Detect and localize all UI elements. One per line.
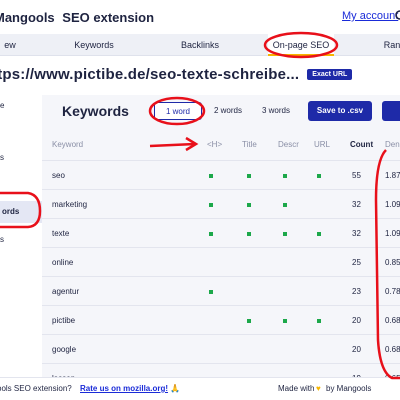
check-descr-icon — [283, 319, 287, 323]
thumbs-up-icon: 🙏 — [170, 384, 180, 393]
top-bar: Mangools SEO extension My account — [0, 0, 400, 34]
sidebar-item-overview[interactable]: e — [0, 101, 4, 110]
page-url: ttps://www.pictibe.de/seo-texte-schreibe… — [0, 65, 300, 83]
check-url-icon — [317, 232, 321, 236]
density-cell: 0.68 — [385, 345, 400, 354]
table-row[interactable]: texte 32 1.09 — [42, 218, 400, 247]
table-header: Keyword <H> Title Descr URL Count Den — [42, 132, 400, 156]
segment-1-word[interactable]: 1 word — [154, 102, 202, 120]
density-cell: 1.09 — [385, 200, 400, 209]
keyword-cell: google — [52, 345, 77, 354]
check-h-icon — [209, 290, 213, 294]
keyword-cell: agentur — [52, 287, 80, 296]
keyword-cell: texte — [52, 229, 70, 238]
table-row[interactable]: google 20 0.68 — [42, 334, 400, 363]
brand-name: Mangools — [0, 10, 55, 25]
count-cell: 32 — [352, 200, 361, 209]
sidebar-item-headings[interactable]: s — [0, 153, 4, 162]
col-url[interactable]: URL — [314, 140, 330, 149]
sidebar: e s ords s — [0, 95, 42, 377]
col-h[interactable]: <H> — [207, 140, 222, 149]
more-button[interactable] — [382, 101, 400, 121]
brand-logo[interactable]: Mangools SEO extension — [0, 10, 154, 25]
keyword-cell: online — [52, 258, 74, 267]
density-cell: 0.68 — [385, 316, 400, 325]
footer-by: by Mangools — [326, 384, 372, 393]
count-cell: 20 — [352, 345, 361, 354]
density-cell: 0.78 — [385, 287, 400, 296]
density-cell: 1.87 — [385, 171, 400, 180]
panel-title: Keywords — [62, 103, 129, 119]
table-row[interactable]: agentur 23 0.78 — [42, 276, 400, 305]
table-row[interactable]: online 25 0.85 — [42, 247, 400, 276]
keyword-cell: pictibe — [52, 316, 76, 325]
count-cell: 55 — [352, 171, 361, 180]
main-tabs: ew Keywords Backlinks On-page SEO Ran — [0, 34, 400, 56]
col-count[interactable]: Count — [350, 140, 373, 149]
save-csv-button[interactable]: Save to .csv — [308, 101, 372, 121]
check-url-icon — [317, 174, 321, 178]
tab-onpage-seo[interactable]: On-page SEO — [268, 34, 334, 56]
sidebar-item-links[interactable]: s — [0, 235, 4, 244]
check-descr-icon — [283, 232, 287, 236]
check-url-icon — [317, 319, 321, 323]
check-title-icon — [247, 232, 251, 236]
url-row: ttps://www.pictibe.de/seo-texte-schreibe… — [0, 64, 353, 84]
footer-prompt: ools SEO extension? — [0, 384, 72, 393]
footer: ools SEO extension? Rate us on mozilla.o… — [0, 377, 400, 400]
gear-icon[interactable] — [394, 9, 400, 21]
density-cell: 1.09 — [385, 229, 400, 238]
check-title-icon — [247, 319, 251, 323]
exact-url-badge[interactable]: Exact URL — [307, 68, 353, 80]
check-h-icon — [209, 203, 213, 207]
count-cell: 25 — [352, 258, 361, 267]
heart-icon: ♥ — [316, 384, 321, 393]
count-cell: 20 — [352, 316, 361, 325]
count-cell: 32 — [352, 229, 361, 238]
check-descr-icon — [283, 203, 287, 207]
check-h-icon — [209, 232, 213, 236]
check-h-icon — [209, 174, 213, 178]
table-row[interactable]: seo 55 1.87 — [42, 160, 400, 189]
check-title-icon — [247, 203, 251, 207]
sidebar-item-keywords[interactable]: ords — [0, 201, 42, 223]
col-keyword[interactable]: Keyword — [52, 140, 83, 149]
check-descr-icon — [283, 174, 287, 178]
count-cell: 23 — [352, 287, 361, 296]
segment-3-words[interactable]: 3 words — [254, 102, 298, 120]
brand-subtitle: SEO extension — [62, 10, 155, 25]
col-title[interactable]: Title — [242, 140, 257, 149]
table-row[interactable]: marketing 32 1.09 — [42, 189, 400, 218]
col-descr[interactable]: Descr — [278, 140, 299, 149]
check-title-icon — [247, 174, 251, 178]
tab-keywords[interactable]: Keywords — [48, 34, 140, 56]
rate-link[interactable]: Rate us on mozilla.org! — [80, 384, 168, 393]
tab-rank[interactable]: Ran — [372, 34, 400, 56]
segment-2-words[interactable]: 2 words — [206, 102, 250, 120]
keyword-cell: marketing — [52, 200, 88, 209]
tab-backlinks[interactable]: Backlinks — [150, 34, 250, 56]
col-density[interactable]: Den — [385, 140, 400, 149]
keyword-cell: seo — [52, 171, 65, 180]
table-row[interactable]: pictibe 20 0.68 — [42, 305, 400, 334]
tab-overview[interactable]: ew — [0, 34, 30, 56]
density-cell: 0.85 — [385, 258, 400, 267]
my-account-link[interactable]: My account — [342, 10, 398, 22]
footer-made-with: Made with — [278, 384, 315, 393]
